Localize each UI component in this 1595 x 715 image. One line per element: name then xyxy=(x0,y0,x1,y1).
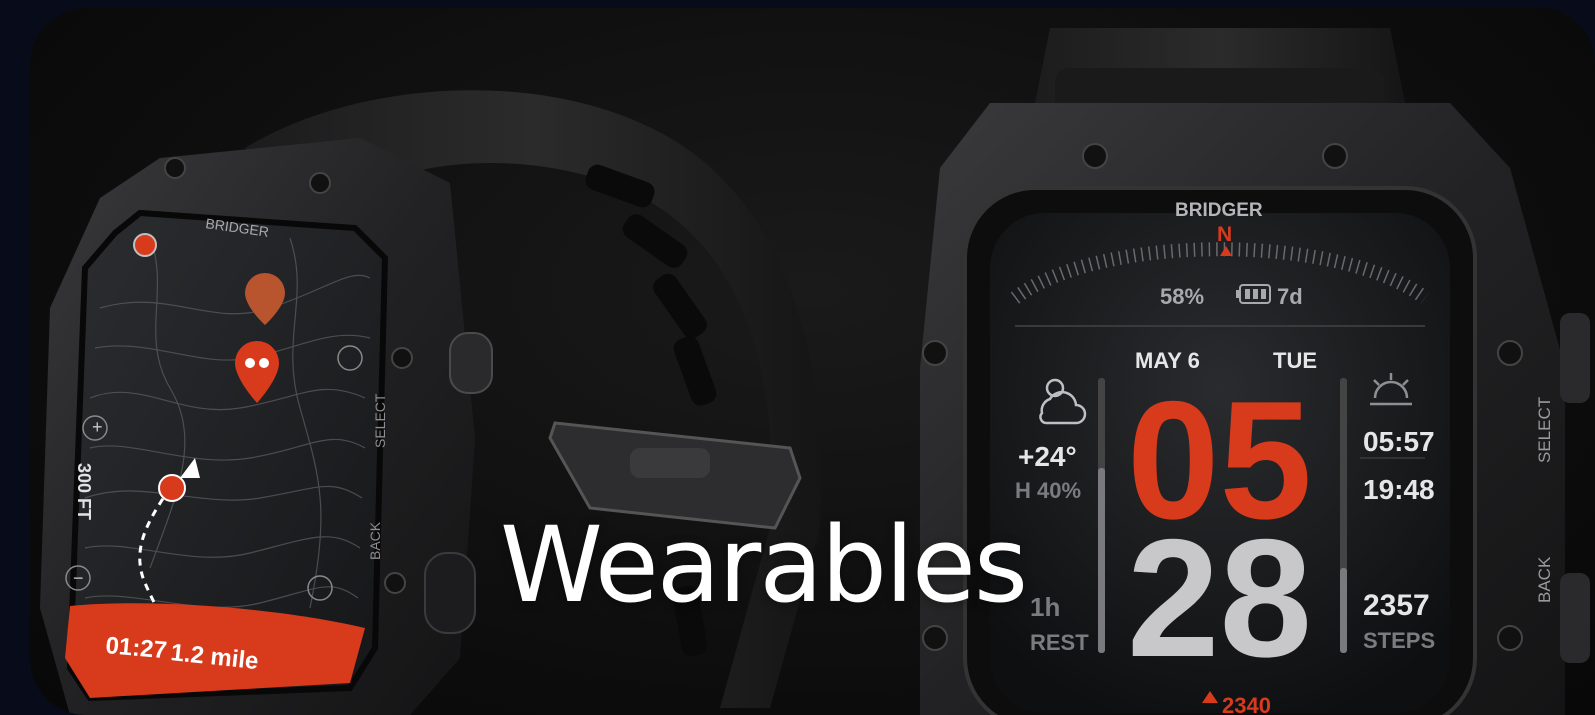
battery-percent: 58% xyxy=(1160,284,1204,309)
hero-title: Wearables xyxy=(500,504,1028,626)
rest-value: 1h xyxy=(1030,592,1060,622)
right-select-button xyxy=(1560,313,1590,403)
compass-north-label: N xyxy=(1217,223,1232,246)
zoom-in-label: + xyxy=(92,417,103,437)
position-marker xyxy=(158,474,186,502)
left-select-label: SELECT xyxy=(372,393,388,448)
track-time: 01:27 xyxy=(104,632,168,664)
zoom-out-label: − xyxy=(73,568,84,588)
right-back-button xyxy=(1560,573,1590,663)
record-icon xyxy=(133,233,157,257)
hero-banner[interactable]: BRIDGER + − 300 FT SELECT BACK 01:27 1.2… xyxy=(30,8,1595,715)
steps-value: 2357 xyxy=(1363,589,1430,622)
minute-digits: 28 xyxy=(1127,504,1312,692)
temperature-value: +24° xyxy=(1018,441,1077,472)
right-brand-label: BRIDGER xyxy=(1175,200,1263,221)
sunrise-time: 05:57 xyxy=(1363,426,1435,457)
sunset-time: 19:48 xyxy=(1363,474,1435,505)
steps-label: STEPS xyxy=(1363,628,1435,653)
rest-label: REST xyxy=(1030,630,1089,655)
battery-days: 7d xyxy=(1277,284,1303,309)
right-back-label: BACK xyxy=(1535,556,1554,603)
humidity-value: H 40% xyxy=(1015,478,1081,503)
left-back-label: BACK xyxy=(367,521,383,560)
altitude-value: 2340 xyxy=(1222,693,1271,715)
right-select-label: SELECT xyxy=(1535,397,1554,463)
map-scale-label: 300 FT xyxy=(74,463,94,520)
